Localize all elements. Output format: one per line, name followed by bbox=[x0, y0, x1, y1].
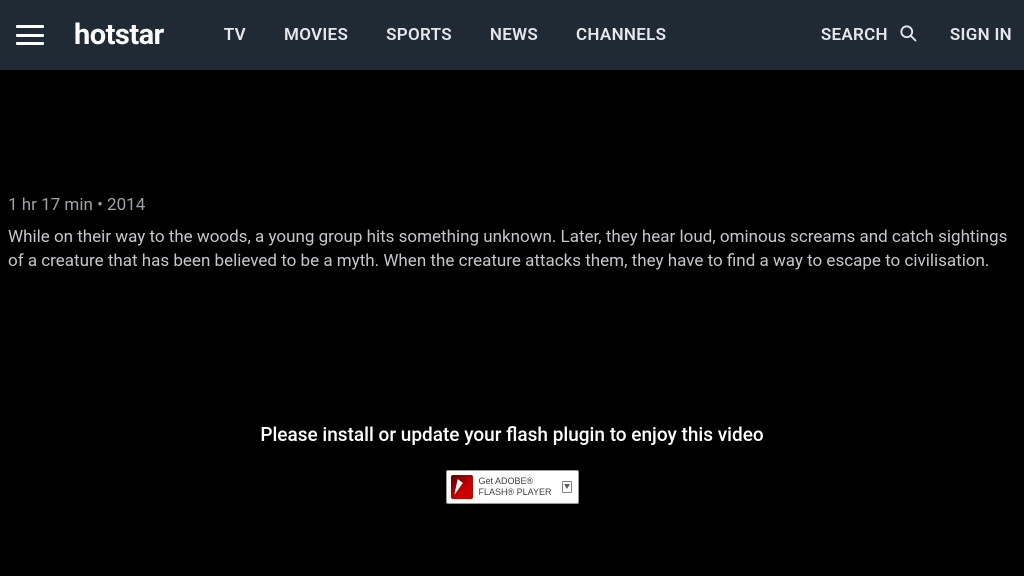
flash-install-message: Please install or update your flash plug… bbox=[8, 423, 1016, 446]
search-button[interactable]: SEARCH bbox=[821, 23, 918, 47]
flash-text-line1: Get ADOBE® bbox=[479, 477, 534, 486]
nav-movies[interactable]: MOVIES bbox=[284, 25, 348, 45]
content-area: 1 hr 17 min • 2014 While on their way to… bbox=[0, 195, 1024, 504]
menu-icon[interactable] bbox=[16, 25, 44, 45]
video-description: While on their way to the woods, a young… bbox=[8, 225, 1016, 273]
flash-text-line2: FLASH® PLAYER bbox=[479, 488, 552, 497]
header-right: SEARCH SIGN IN bbox=[821, 23, 1012, 47]
nav-channels[interactable]: CHANNELS bbox=[576, 25, 666, 45]
header-bar: hotstar TV MOVIES SPORTS NEWS CHANNELS S… bbox=[0, 0, 1024, 70]
flash-logo-icon bbox=[451, 475, 473, 499]
get-flash-button[interactable]: Get ADOBE® FLASH® PLAYER bbox=[446, 470, 579, 504]
main-nav: TV MOVIES SPORTS NEWS CHANNELS bbox=[224, 25, 667, 45]
nav-sports[interactable]: SPORTS bbox=[386, 25, 452, 45]
logo[interactable]: hotstar bbox=[74, 18, 164, 52]
download-icon bbox=[562, 481, 572, 493]
video-meta: 1 hr 17 min • 2014 bbox=[8, 195, 1016, 215]
player-area: Please install or update your flash plug… bbox=[8, 423, 1016, 504]
flash-button-text: Get ADOBE® FLASH® PLAYER bbox=[479, 477, 552, 497]
nav-news[interactable]: NEWS bbox=[490, 25, 538, 45]
search-label: SEARCH bbox=[821, 25, 888, 45]
search-icon bbox=[898, 23, 918, 47]
signin-button[interactable]: SIGN IN bbox=[950, 25, 1012, 45]
nav-tv[interactable]: TV bbox=[224, 25, 246, 45]
